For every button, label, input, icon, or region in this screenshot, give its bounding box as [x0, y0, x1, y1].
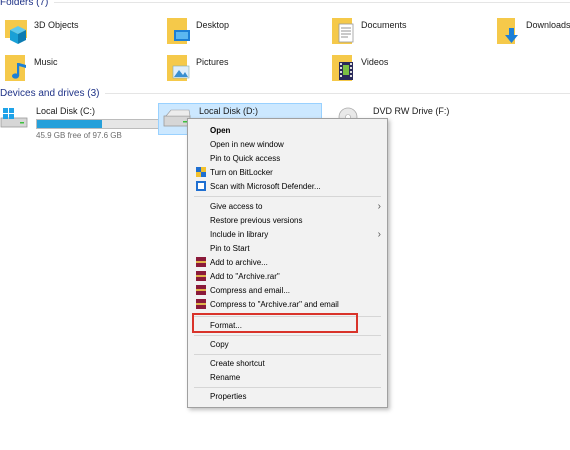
menu-item-open[interactable]: Open [188, 123, 387, 137]
drive-usage-bar [36, 119, 160, 129]
menu-item-label: Add to "Archive.rar" [210, 271, 280, 281]
folder-tile-downloads[interactable]: Downloads [496, 16, 570, 46]
shield-icon [196, 167, 206, 177]
menu-item-add-archive-rar[interactable]: Add to "Archive.rar" [188, 269, 387, 283]
folder-tile-desktop[interactable]: Desktop [166, 16, 229, 46]
header-divider [105, 93, 570, 94]
menu-item-label: Include in library [210, 229, 269, 239]
menu-item-label: Properties [210, 391, 247, 401]
submenu-arrow-icon: › [377, 200, 381, 212]
menu-separator [194, 387, 381, 388]
header-divider [54, 2, 570, 3]
drive-name: DVD RW Drive (F:) [373, 106, 450, 116]
context-menu: Open Open in new window Pin to Quick acc… [187, 118, 388, 408]
folder-tile-music[interactable]: Music [4, 53, 58, 83]
defender-icon [196, 181, 206, 191]
menu-item-label: Compress to "Archive.rar" and email [210, 299, 339, 309]
menu-item-create-shortcut[interactable]: Create shortcut [188, 356, 387, 370]
folder-label: Videos [361, 57, 389, 67]
folder-label: 3D Objects [34, 20, 79, 30]
drive-c[interactable]: Local Disk (C:) 45.9 GB free of 97.6 GB [0, 104, 160, 140]
winrar-icon [196, 271, 206, 281]
folder-tile-videos[interactable]: Videos [331, 53, 388, 83]
menu-item-label: Scan with Microsoft Defender... [210, 181, 321, 191]
menu-item-restore-versions[interactable]: Restore previous versions [188, 213, 387, 227]
winrar-icon [196, 257, 206, 267]
menu-item-compress-email[interactable]: Compress and email... [188, 283, 387, 297]
drive-usage-fill [37, 120, 102, 128]
menu-item-properties[interactable]: Properties [188, 389, 387, 403]
desktop-folder-icon [166, 16, 190, 46]
folder-tile-documents[interactable]: Documents [331, 16, 407, 46]
menu-item-turn-on-bitlocker[interactable]: Turn on BitLocker [188, 165, 387, 179]
folder-tile-pictures[interactable]: Pictures [166, 53, 229, 83]
menu-separator [194, 354, 381, 355]
menu-item-label: Open [210, 125, 231, 135]
menu-item-rename[interactable]: Rename [188, 370, 387, 384]
menu-item-label: Copy [210, 339, 229, 349]
windows-drive-icon [0, 104, 30, 130]
menu-item-label: Compress and email... [210, 285, 291, 295]
menu-item-pin-quick-access[interactable]: Pin to Quick access [188, 151, 387, 165]
winrar-icon [196, 285, 206, 295]
folders-header-label: Folders (7) [0, 0, 49, 8]
menu-item-label: Restore previous versions [210, 215, 303, 225]
folder-label: Desktop [196, 20, 230, 30]
menu-item-open-new-window[interactable]: Open in new window [188, 137, 387, 151]
menu-item-pin-start[interactable]: Pin to Start [188, 241, 387, 255]
menu-item-compress-rar-email[interactable]: Compress to "Archive.rar" and email [188, 297, 387, 311]
menu-item-give-access[interactable]: Give access to › [188, 199, 387, 213]
menu-item-scan-defender[interactable]: Scan with Microsoft Defender... [188, 179, 387, 193]
menu-separator [194, 196, 381, 197]
folder-label: Downloads [526, 20, 570, 30]
menu-item-label: Add to archive... [210, 257, 268, 267]
drives-group-header[interactable]: Devices and drives (3) [0, 88, 570, 99]
drives-header-label: Devices and drives (3) [0, 88, 100, 99]
folders-group-header[interactable]: Folders (7) [0, 0, 570, 8]
documents-folder-icon [331, 16, 355, 46]
3d-objects-folder-icon [4, 16, 28, 46]
pictures-folder-icon [166, 53, 190, 83]
folder-tile-3d-objects[interactable]: 3D Objects [4, 16, 79, 46]
menu-item-include-library[interactable]: Include in library › [188, 227, 387, 241]
menu-item-label: Create shortcut [210, 358, 265, 368]
menu-item-label: Pin to Start [210, 243, 250, 253]
format-highlight-box [192, 313, 358, 333]
drive-name: Local Disk (C:) [36, 106, 96, 116]
menu-separator [194, 335, 381, 336]
menu-item-label: Turn on BitLocker [210, 167, 273, 177]
menu-item-label: Give access to [210, 201, 263, 211]
drive-name: Local Disk (D:) [199, 106, 259, 116]
folder-label: Pictures [196, 57, 229, 67]
winrar-icon [196, 299, 206, 309]
menu-item-copy[interactable]: Copy [188, 337, 387, 351]
menu-item-label: Rename [210, 372, 241, 382]
drive-free-space: 45.9 GB free of 97.6 GB [36, 131, 122, 140]
folder-label: Music [34, 57, 58, 67]
menu-item-add-archive[interactable]: Add to archive... [188, 255, 387, 269]
music-folder-icon [4, 53, 28, 83]
menu-item-label: Open in new window [210, 139, 284, 149]
videos-folder-icon [331, 53, 355, 83]
downloads-folder-icon [496, 16, 520, 46]
submenu-arrow-icon: › [377, 228, 381, 240]
menu-item-label: Pin to Quick access [210, 153, 281, 163]
folder-label: Documents [361, 20, 407, 30]
